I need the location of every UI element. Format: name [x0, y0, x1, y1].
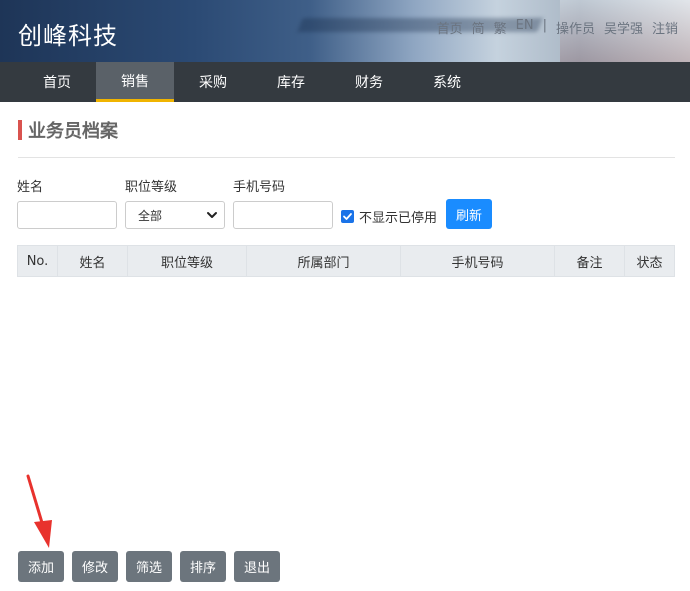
salesperson-table-header: No. 姓名 职位等级 所属部门 手机号码 备注 状态	[17, 245, 675, 277]
chevron-down-icon	[207, 212, 217, 218]
checkmark-icon	[343, 213, 352, 220]
tab-purchase[interactable]: 采购	[174, 62, 252, 102]
hide-disabled-checkbox[interactable]	[341, 210, 354, 223]
column-header-department[interactable]: 所属部门	[247, 246, 401, 276]
top-link-english[interactable]: EN	[516, 18, 534, 37]
add-button[interactable]: 添加	[18, 551, 64, 582]
name-input[interactable]	[17, 201, 117, 229]
title-divider	[18, 157, 675, 158]
hide-disabled-toggle[interactable]: 不显示已停用	[341, 207, 437, 226]
page-title: 业务员档案	[18, 119, 118, 142]
name-label: 姓名	[17, 180, 44, 195]
sort-button[interactable]: 排序	[180, 551, 226, 582]
top-link-username[interactable]: 吴学强	[604, 18, 643, 37]
column-header-remarks[interactable]: 备注	[555, 246, 625, 276]
phone-input[interactable]	[233, 201, 333, 229]
exit-button[interactable]: 退出	[234, 551, 280, 582]
top-link-traditional[interactable]: 繁	[494, 18, 507, 37]
refresh-button[interactable]: 刷新	[446, 199, 492, 229]
top-links-separator: |	[542, 18, 547, 33]
top-links: 首页 简 繁 EN | 操作员 吴学强 注销	[437, 18, 678, 37]
tab-sales[interactable]: 销售	[96, 62, 174, 102]
filter-button[interactable]: 筛选	[126, 551, 172, 582]
top-link-home[interactable]: 首页	[437, 18, 463, 37]
header-banner: 创峰科技 首页 简 繁 EN | 操作员 吴学强 注销	[0, 0, 690, 62]
top-link-role: 操作员	[555, 22, 595, 37]
tab-inventory[interactable]: 库存	[252, 62, 330, 102]
app-logo: 创峰科技	[18, 22, 118, 50]
column-header-level[interactable]: 职位等级	[128, 246, 247, 276]
tab-system[interactable]: 系统	[408, 62, 486, 102]
main-nav: 首页 销售 采购 库存 财务 系统	[0, 62, 690, 102]
tab-home[interactable]: 首页	[18, 62, 96, 102]
column-header-name[interactable]: 姓名	[58, 246, 128, 276]
edit-button[interactable]: 修改	[72, 551, 118, 582]
level-select-value: 全部	[138, 208, 163, 223]
hide-disabled-label: 不显示已停用	[359, 211, 438, 226]
top-link-logout[interactable]: 注销	[652, 18, 678, 37]
title-accent-bar	[18, 120, 22, 140]
tab-finance[interactable]: 财务	[330, 62, 408, 102]
level-select[interactable]: 全部	[125, 201, 225, 229]
column-header-status[interactable]: 状态	[625, 246, 674, 276]
annotation-arrow-icon	[26, 474, 52, 548]
top-link-simplified[interactable]: 简	[472, 18, 485, 37]
level-label: 职位等级	[125, 180, 178, 195]
phone-label: 手机号码	[233, 180, 286, 195]
column-header-no[interactable]: No.	[18, 246, 58, 276]
page-title-text: 业务员档案	[28, 121, 118, 142]
column-header-phone[interactable]: 手机号码	[401, 246, 555, 276]
